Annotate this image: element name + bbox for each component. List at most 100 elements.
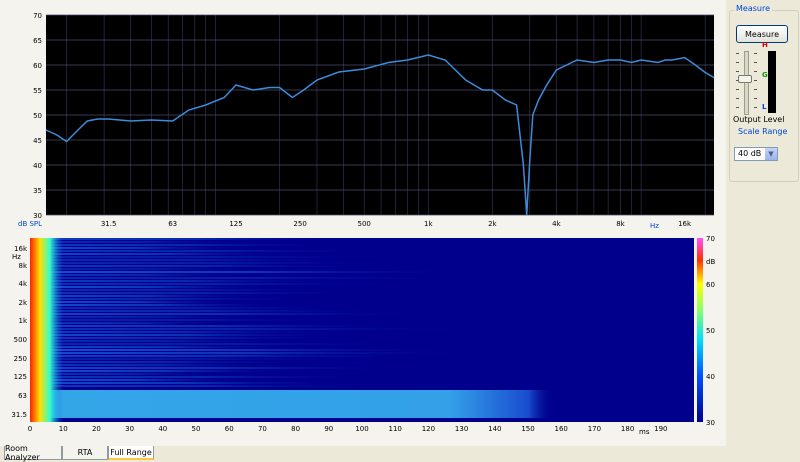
- spectrogram-streak: [30, 337, 349, 339]
- chevron-down-icon[interactable]: ▼: [765, 148, 777, 160]
- x-axis-unit-label: Hz: [650, 222, 659, 230]
- spectrogram-x-tick: 70: [258, 425, 267, 433]
- spectrogram-x-tick: 30: [125, 425, 134, 433]
- spectrogram-x-tick: 190: [654, 425, 667, 433]
- spectrogram-streak: [30, 376, 385, 378]
- spectrogram-streak: [30, 364, 287, 366]
- spectrogram-x-tick: 160: [555, 425, 568, 433]
- spectrogram-streak: [30, 238, 360, 240]
- spectrogram-streak: [30, 271, 479, 273]
- x-tick-label: 63: [168, 220, 177, 228]
- tab-rta[interactable]: RTA: [62, 446, 108, 460]
- spectrogram-streak: [30, 358, 377, 360]
- y-tick-label: 40: [33, 162, 42, 170]
- measure-group: Measure Measure H G L Output Level Scale…: [729, 4, 799, 182]
- spectrogram-streak: [30, 370, 301, 372]
- measure-group-title: Measure: [734, 4, 772, 13]
- spectrogram-onset: [30, 238, 64, 422]
- spectrogram-streak: [30, 262, 408, 264]
- spectrogram-streak: [30, 292, 375, 294]
- spectrogram-streak: [30, 340, 300, 342]
- spectrogram-streak: [30, 328, 483, 330]
- x-tick-label: 2k: [488, 220, 497, 228]
- y-tick-label: 60: [33, 62, 42, 70]
- tab-bar: Room Analyzer RTA Full Range: [0, 444, 800, 462]
- y-tick-label: 55: [33, 87, 42, 95]
- measure-panel: Measure Measure H G L Output Level Scale…: [726, 0, 800, 446]
- spectrogram-streak: [30, 382, 351, 384]
- spectrogram-streak: [30, 310, 390, 312]
- spectrogram-chart: 0 10 20 30 40 50 60 70 80 90 100 110 120 130 140 150 160…: [0, 232, 726, 446]
- spectrogram-x-tick: 170: [588, 425, 601, 433]
- spectrogram-streak: [30, 256, 404, 258]
- spectrogram-y-unit: Hz: [12, 253, 21, 261]
- spectrogram-streak: [30, 259, 362, 261]
- x-tick-label: 16k: [678, 220, 692, 228]
- spectrogram-x-tick: 180: [621, 425, 634, 433]
- spectrogram-streak: [30, 241, 260, 243]
- spectrogram-streak: [30, 367, 412, 369]
- y-tick-label: 65: [33, 37, 42, 45]
- spectrogram-streak: [30, 349, 458, 351]
- spectrogram-y-tick: 31.5: [11, 411, 27, 419]
- spectrogram-streak: [30, 307, 355, 309]
- meter-low-letter: L: [762, 103, 767, 111]
- x-tick-label: 1k: [424, 220, 433, 228]
- spectrogram-streak: [30, 298, 323, 300]
- y-tick-label: 45: [33, 137, 42, 145]
- y-tick-label: 35: [33, 187, 42, 195]
- meter-high-letter: H: [762, 41, 768, 49]
- spectrogram-streak: [30, 250, 386, 252]
- spectrogram-x-tick: 90: [324, 425, 333, 433]
- spectrogram-x-tick: 60: [225, 425, 234, 433]
- spectrogram-x-tick: 80: [291, 425, 300, 433]
- x-tick-label: 250: [293, 220, 306, 228]
- tab-room-analyzer[interactable]: Room Analyzer: [4, 444, 62, 462]
- spectrogram-streak: [30, 268, 276, 270]
- spectrogram-x-tick: 150: [521, 425, 534, 433]
- spectrogram-streak: [30, 319, 349, 321]
- spectrogram-streak: [30, 331, 346, 333]
- spectrogram-streak: [30, 244, 347, 246]
- y-tick-label: 70: [33, 12, 42, 20]
- spectrogram-streak: [30, 253, 305, 255]
- spectrogram-streak: [30, 346, 302, 348]
- spectrogram-x-tick: 0: [28, 425, 32, 433]
- spectrogram-x-tick: 120: [422, 425, 435, 433]
- spectrogram-streak: [30, 355, 428, 357]
- spectrogram-streak: [30, 343, 427, 345]
- colorbar-tick: 70: [706, 235, 715, 243]
- spectrogram-streak: [30, 295, 270, 297]
- spectrogram-streak: [30, 280, 341, 282]
- spectrogram-x-tick: 20: [92, 425, 101, 433]
- y-tick-label: 30: [33, 212, 42, 220]
- spectrogram-streak: [30, 286, 275, 288]
- spectrogram-x-tick: 130: [455, 425, 468, 433]
- spectrogram-x-tick: 40: [158, 425, 167, 433]
- spectrogram-x-tick: 140: [488, 425, 501, 433]
- output-level-slider-thumb[interactable]: [738, 75, 752, 84]
- spectrogram-x-tick: 100: [355, 425, 368, 433]
- spectrogram-y-tick: 16k: [14, 245, 28, 253]
- spectrogram-y-tick: 8k: [18, 262, 27, 270]
- slider-ticks-right: [754, 53, 757, 113]
- spectrogram-y-tick: 4k: [18, 280, 27, 288]
- colorbar-tick: 30: [706, 419, 715, 427]
- spectrogram-y-tick: 63: [18, 392, 27, 400]
- slider-ticks-left: [736, 53, 739, 113]
- spectrogram-streak: [30, 325, 411, 327]
- scale-range-select[interactable]: 40 dB ▼: [734, 147, 778, 161]
- scale-range-label: Scale Range: [738, 127, 788, 136]
- spectrogram-low-band: [30, 390, 555, 418]
- spectrogram-x-tick: 10: [59, 425, 68, 433]
- colorbar: [697, 238, 703, 422]
- spectrogram-streak: [30, 313, 431, 315]
- y-tick-label: 50: [33, 112, 42, 120]
- tab-full-range[interactable]: Full Range: [108, 446, 154, 460]
- y-axis-unit-label: dB SPL: [18, 220, 42, 228]
- spectrogram-y-tick: 500: [14, 336, 27, 344]
- spectrogram-streak: [30, 283, 408, 285]
- x-tick-label: 125: [229, 220, 242, 228]
- spectrogram-y-tick: 2k: [18, 299, 27, 307]
- colorbar-tick: 50: [706, 327, 715, 335]
